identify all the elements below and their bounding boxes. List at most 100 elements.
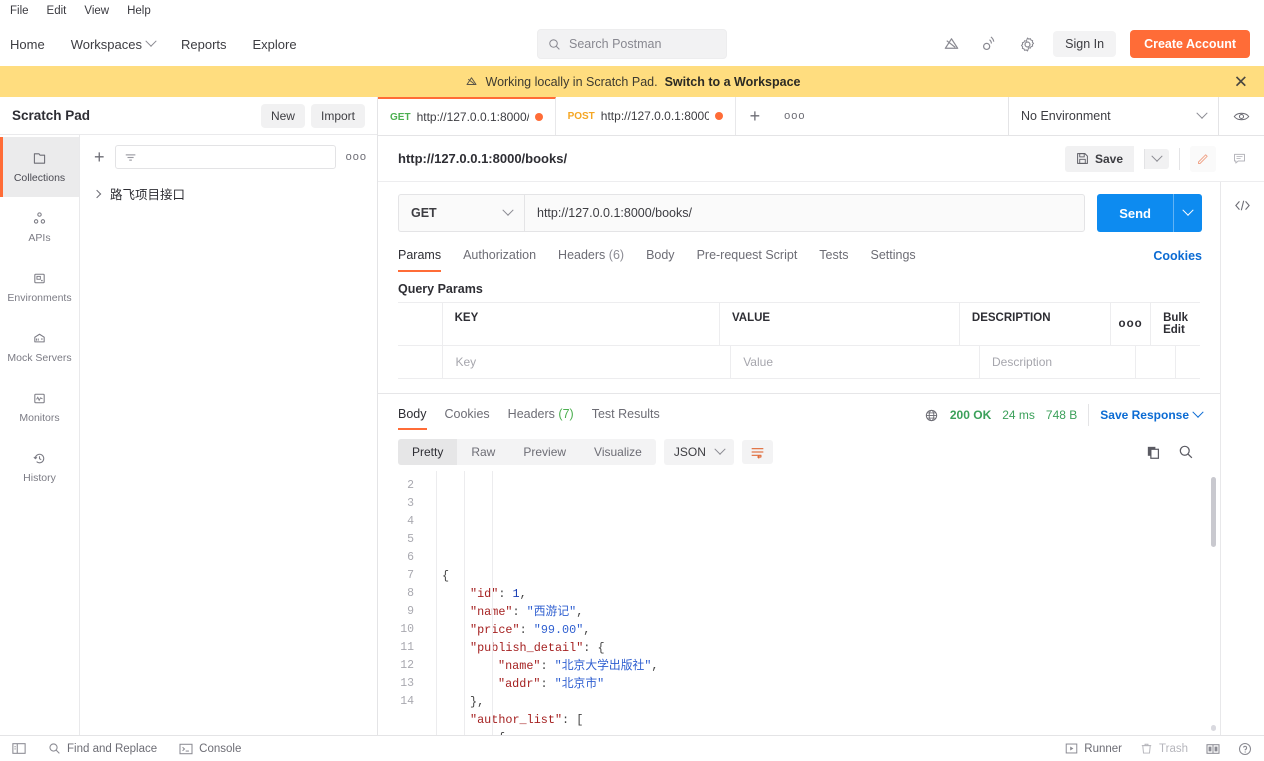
main-shell: Scratch Pad New Import Collections: [0, 97, 1264, 735]
chevron-right-icon: [93, 189, 101, 197]
send-button[interactable]: Send: [1097, 194, 1202, 232]
method-select[interactable]: GET: [398, 194, 524, 232]
response-tab-test-results[interactable]: Test Results: [592, 407, 660, 430]
tab-params[interactable]: Params: [398, 248, 441, 272]
collections-toolbar: + ooo: [80, 135, 377, 179]
create-account-button[interactable]: Create Account: [1130, 30, 1250, 58]
tab-settings[interactable]: Settings: [870, 248, 915, 272]
sign-in-button[interactable]: Sign In: [1053, 31, 1116, 57]
save-response-button[interactable]: Save Response: [1100, 408, 1202, 422]
sidebar-item-label: History: [23, 472, 56, 484]
cookies-link[interactable]: Cookies: [1153, 249, 1202, 271]
sidebar-item-environments[interactable]: Environments: [0, 257, 79, 317]
environment-selector[interactable]: No Environment: [1008, 97, 1218, 135]
find-and-replace-button[interactable]: Find and Replace: [48, 742, 157, 755]
tab-tests[interactable]: Tests: [819, 248, 848, 272]
format-select[interactable]: JSON: [664, 439, 734, 465]
value-input[interactable]: Value: [731, 346, 980, 378]
new-button[interactable]: New: [261, 104, 305, 128]
nav-workspaces[interactable]: Workspaces: [71, 37, 155, 52]
new-tab-button[interactable]: +: [736, 97, 775, 135]
scratch-pad-banner: Working locally in Scratch Pad. Switch t…: [0, 66, 1264, 97]
response-body-viewer[interactable]: 234567891011121314 {"id": 1,"name": "西游记…: [378, 471, 1220, 735]
row-checkbox[interactable]: [398, 346, 443, 378]
list-item[interactable]: 路飞项目接口: [80, 179, 377, 208]
send-options-button[interactable]: [1173, 194, 1202, 232]
import-button[interactable]: Import: [311, 104, 365, 128]
response-tab-cookies[interactable]: Cookies: [445, 407, 490, 430]
tab-body[interactable]: Body: [646, 248, 675, 272]
sidebar-item-history[interactable]: History: [0, 437, 79, 497]
view-mode-visualize[interactable]: Visualize: [580, 439, 656, 465]
search-response-button[interactable]: [1178, 444, 1194, 460]
code-snippet-button[interactable]: [1220, 182, 1264, 735]
params-more-icon[interactable]: ooo: [1111, 303, 1151, 345]
sidebar-toggle-button[interactable]: [12, 742, 26, 755]
pencil-icon: [1196, 151, 1211, 166]
wrap-lines-button[interactable]: [742, 440, 773, 464]
save-button[interactable]: Save: [1065, 146, 1134, 172]
tab-label: Params: [398, 248, 441, 262]
request-tab[interactable]: POST http://127.0.0.1:8000/b: [556, 97, 736, 135]
sidebar-item-mock-servers[interactable]: Mock Servers: [0, 317, 79, 377]
line-number: 7: [378, 567, 414, 585]
collections-more-icon[interactable]: ooo: [346, 151, 367, 163]
help-button[interactable]: [1238, 742, 1252, 756]
save-options-button[interactable]: [1144, 149, 1169, 169]
chevron-down-icon: [145, 36, 156, 47]
menu-item-view[interactable]: View: [84, 5, 109, 17]
sidebar-header: Scratch Pad New Import: [0, 97, 377, 135]
code-line: },: [424, 693, 1220, 711]
close-icon[interactable]: ✕: [1234, 73, 1248, 90]
line-number: 6: [378, 549, 414, 567]
format-value: JSON: [674, 445, 706, 459]
menu-item-help[interactable]: Help: [127, 5, 151, 17]
line-number: 14: [378, 693, 414, 711]
search-icon: [548, 38, 561, 51]
request-tab[interactable]: GET http://127.0.0.1:8000/bo: [378, 97, 556, 135]
layout-toggle-button[interactable]: [1206, 743, 1220, 755]
response-tab-headers[interactable]: Headers (7): [508, 407, 574, 430]
banner-text: Working locally in Scratch Pad.: [486, 75, 658, 89]
menu-item-file[interactable]: File: [10, 5, 29, 17]
copy-button[interactable]: [1145, 444, 1162, 461]
comment-edit-button[interactable]: [1190, 146, 1216, 172]
tab-pre-request-script[interactable]: Pre-request Script: [697, 248, 798, 272]
view-mode-raw[interactable]: Raw: [457, 439, 509, 465]
menu-item-edit[interactable]: Edit: [47, 5, 67, 17]
sidebar-item-collections[interactable]: Collections: [0, 137, 79, 197]
environment-quick-look-button[interactable]: [1218, 97, 1264, 135]
switch-workspace-link[interactable]: Switch to a Workspace: [665, 75, 801, 89]
view-mode-pretty[interactable]: Pretty: [398, 439, 457, 465]
nav-explore[interactable]: Explore: [253, 37, 297, 52]
tab-label: Settings: [870, 248, 915, 262]
tab-headers[interactable]: Headers (6): [558, 248, 624, 272]
vertical-scrollbar[interactable]: [1211, 477, 1216, 547]
response-json[interactable]: {"id": 1,"name": "西游记","price": "99.00",…: [424, 471, 1220, 735]
sidebar-item-label: Collections: [14, 172, 65, 184]
chevron-down-icon: [714, 444, 725, 455]
runner-button[interactable]: Runner: [1065, 742, 1122, 755]
bulk-edit-button[interactable]: Bulk Edit: [1151, 303, 1200, 345]
sidebar-item-monitors[interactable]: Monitors: [0, 377, 79, 437]
nav-home[interactable]: Home: [10, 37, 45, 52]
tab-authorization[interactable]: Authorization: [463, 248, 536, 272]
tab-more-icon[interactable]: ooo: [774, 97, 815, 135]
url-input[interactable]: http://127.0.0.1:8000/books/: [524, 194, 1085, 232]
scrollbar-end-cap[interactable]: [1211, 725, 1216, 731]
comments-button[interactable]: [1226, 146, 1252, 172]
key-input[interactable]: Key: [443, 346, 731, 378]
sidebar-item-apis[interactable]: APIs: [0, 197, 79, 257]
search-input[interactable]: Search Postman: [537, 29, 727, 59]
view-mode-preview[interactable]: Preview: [509, 439, 580, 465]
invite-icon[interactable]: [977, 32, 1001, 56]
add-collection-button[interactable]: +: [94, 148, 105, 166]
settings-gear-icon[interactable]: [1015, 32, 1039, 56]
response-tab-body[interactable]: Body: [398, 407, 427, 430]
description-input[interactable]: Description: [980, 346, 1136, 378]
console-button[interactable]: Console: [179, 743, 241, 755]
trash-button[interactable]: Trash: [1140, 742, 1188, 755]
nav-reports[interactable]: Reports: [181, 37, 227, 52]
scratch-pad-icon[interactable]: [939, 32, 963, 56]
filter-input[interactable]: [115, 145, 336, 169]
